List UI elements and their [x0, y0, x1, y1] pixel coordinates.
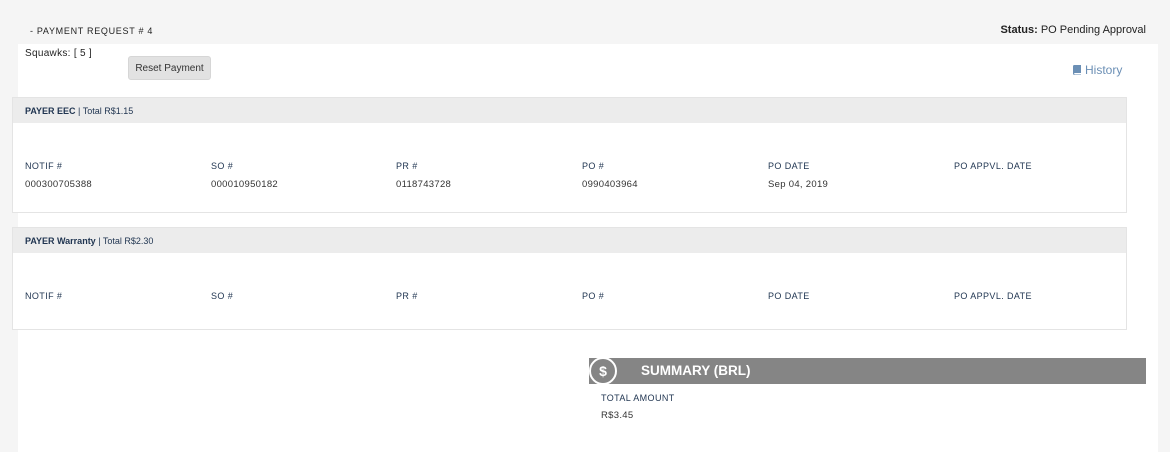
column-label: SO # — [211, 161, 234, 171]
column-value: Sep 04, 2019 — [768, 179, 829, 190]
summary-title: SUMMARY (BRL) — [641, 363, 751, 378]
status-indicator: Status: PO Pending Approval — [1000, 24, 1146, 36]
po-approval-date-column: PO APPVL. DATE — [954, 161, 1032, 179]
column-label: NOTIF # — [25, 291, 63, 301]
payer-name: PAYER Warranty — [25, 236, 96, 246]
po-column: PO # — [582, 291, 604, 309]
po-date-column: PO DATE — [768, 291, 810, 309]
history-label: History — [1085, 63, 1123, 77]
column-value: 0118743728 — [396, 179, 452, 190]
reset-payment-button[interactable]: Reset Payment — [128, 56, 211, 80]
status-value: PO Pending Approval — [1040, 24, 1146, 36]
payer-details: NOTIF # SO # PR # PO # PO DATE PO APPVL.… — [13, 253, 1126, 329]
column-value: 000010950182 — [211, 179, 279, 190]
total-amount-label: TOTAL AMOUNT — [601, 393, 675, 403]
po-date-column: PO DATE Sep 04, 2019 — [768, 161, 828, 190]
notif-column: NOTIF # 000300705388 — [25, 161, 92, 190]
payment-request-title[interactable]: - PAYMENT REQUEST # 4 — [30, 26, 153, 36]
column-value: 0990403964 — [582, 179, 638, 190]
so-column: SO # 000010950182 — [211, 161, 278, 190]
column-value: 000300705388 — [25, 179, 93, 190]
column-label: PR # — [396, 291, 418, 301]
payer-section-warranty: PAYER Warranty | Total R$2.30 NOTIF # SO… — [12, 227, 1127, 330]
po-approval-date-column: PO APPVL. DATE — [954, 291, 1032, 309]
column-label: PO DATE — [768, 161, 810, 171]
column-label: PO APPVL. DATE — [954, 291, 1032, 301]
payer-total: | Total R$2.30 — [98, 236, 154, 246]
payer-header: PAYER EEC | Total R$1.15 — [13, 98, 1126, 123]
total-amount-value: R$3.45 — [601, 410, 634, 421]
panel-header: - PAYMENT REQUEST # 4 Status: PO Pending… — [18, 15, 1158, 44]
payer-total: | Total R$1.15 — [78, 106, 134, 116]
summary-header: $ SUMMARY (BRL) — [589, 357, 1146, 385]
pr-column: PR # 0118743728 — [396, 161, 451, 190]
column-label: PO DATE — [768, 291, 810, 301]
column-label: PO # — [582, 291, 605, 301]
so-column: SO # — [211, 291, 233, 309]
payer-details: NOTIF # 000300705388 SO # 000010950182 P… — [13, 123, 1126, 212]
book-icon — [1073, 65, 1081, 75]
notif-column: NOTIF # — [25, 291, 62, 309]
payer-section-eec: PAYER EEC | Total R$1.15 NOTIF # 0003007… — [12, 97, 1127, 213]
history-link[interactable]: History — [1072, 63, 1122, 77]
column-label: PO # — [582, 161, 605, 171]
column-label: PO APPVL. DATE — [954, 161, 1032, 171]
column-label: SO # — [211, 291, 234, 301]
column-label: NOTIF # — [25, 161, 63, 171]
squawks-count: Squawks: [ 5 ] — [25, 48, 93, 59]
status-label: Status: — [1000, 24, 1038, 36]
pr-column: PR # — [396, 291, 418, 309]
payer-header: PAYER Warranty | Total R$2.30 — [13, 228, 1126, 253]
payer-name: PAYER EEC — [25, 106, 76, 116]
po-column: PO # 0990403964 — [582, 161, 638, 190]
dollar-icon: $ — [589, 357, 617, 385]
column-label: PR # — [396, 161, 418, 171]
